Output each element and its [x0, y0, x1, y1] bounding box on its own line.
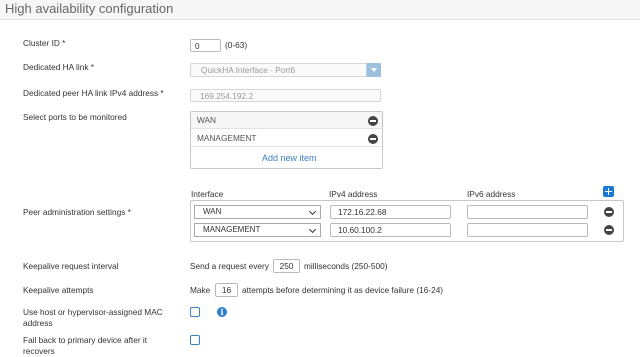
keepalive-attempts-prefix: Make [190, 285, 211, 295]
cluster-id-input[interactable]: 0 [190, 39, 221, 52]
chevron-down-icon [308, 207, 317, 216]
ha-link-dropdown-toggle[interactable] [366, 63, 381, 77]
ha-link-value: QuickHA Interface - Port6 [201, 65, 296, 75]
interface-select-row-1[interactable]: WAN [194, 205, 321, 219]
column-header-ipv4: IPv4 address [329, 189, 378, 199]
keepalive-attempts-suffix: attempts before determining it as device… [242, 285, 444, 295]
remove-icon[interactable] [368, 134, 378, 144]
ipv4-input-row-2[interactable]: 10.60.100.2 [330, 223, 451, 237]
page-title: High availability configuration [5, 1, 174, 16]
interface-value: MANAGEMENT [203, 225, 261, 234]
keepalive-interval-suffix: milliseconds (250-500) [304, 261, 388, 271]
cluster-id-range: (0-63) [225, 40, 248, 50]
keepalive-interval-input[interactable]: 250 [273, 259, 300, 273]
keepalive-attempts-input[interactable]: 16 [215, 283, 238, 297]
ha-link-label: Dedicated HA link * [23, 62, 95, 72]
add-new-item-link[interactable]: Add new item [262, 153, 317, 163]
add-row-button[interactable] [603, 186, 614, 197]
column-header-ipv6: IPv6 address [467, 189, 516, 199]
info-icon[interactable]: i [217, 307, 227, 317]
fail-back-checkbox[interactable] [190, 335, 200, 345]
remove-icon[interactable] [604, 207, 614, 217]
list-item-label: WAN [197, 115, 217, 125]
peer-admin-label: Peer administration settings * [23, 207, 131, 217]
list-item-label: MANAGEMENT [197, 133, 257, 143]
monitored-ports-list: WAN MANAGEMENT Add new item [190, 111, 383, 169]
ipv6-input-row-1[interactable] [467, 205, 588, 219]
ha-link-select[interactable]: QuickHA Interface - Port6 [190, 63, 381, 77]
interface-select-row-2[interactable]: MANAGEMENT [194, 223, 321, 237]
list-item: MANAGEMENT [191, 130, 382, 147]
remove-icon[interactable] [368, 116, 378, 126]
chevron-down-icon [308, 225, 317, 234]
mac-address-checkbox[interactable] [190, 307, 200, 317]
monitored-ports-label: Select ports to be monitored [23, 112, 127, 122]
ipv4-input-row-1[interactable]: 172.16.22.68 [330, 205, 451, 219]
keepalive-attempts-label: Keepalive attempts [23, 285, 94, 295]
chevron-down-icon [371, 68, 377, 72]
cluster-id-label: Cluster ID * [23, 38, 66, 48]
remove-icon[interactable] [604, 225, 614, 235]
column-header-interface: Interface [191, 189, 224, 199]
keepalive-interval-prefix: Send a request every [190, 261, 269, 271]
peer-ipv4-label: Dedicated peer HA link IPv4 address * [23, 88, 164, 98]
mac-address-label: Use host or hypervisor-assigned MAC addr… [23, 307, 163, 328]
peer-ipv4-input[interactable]: 169.254.192.2 [190, 89, 381, 102]
ipv6-input-row-2[interactable] [467, 223, 588, 237]
interface-value: WAN [203, 207, 222, 216]
list-item: WAN [191, 112, 382, 129]
keepalive-interval-label: Keepalive request interval [23, 261, 119, 271]
